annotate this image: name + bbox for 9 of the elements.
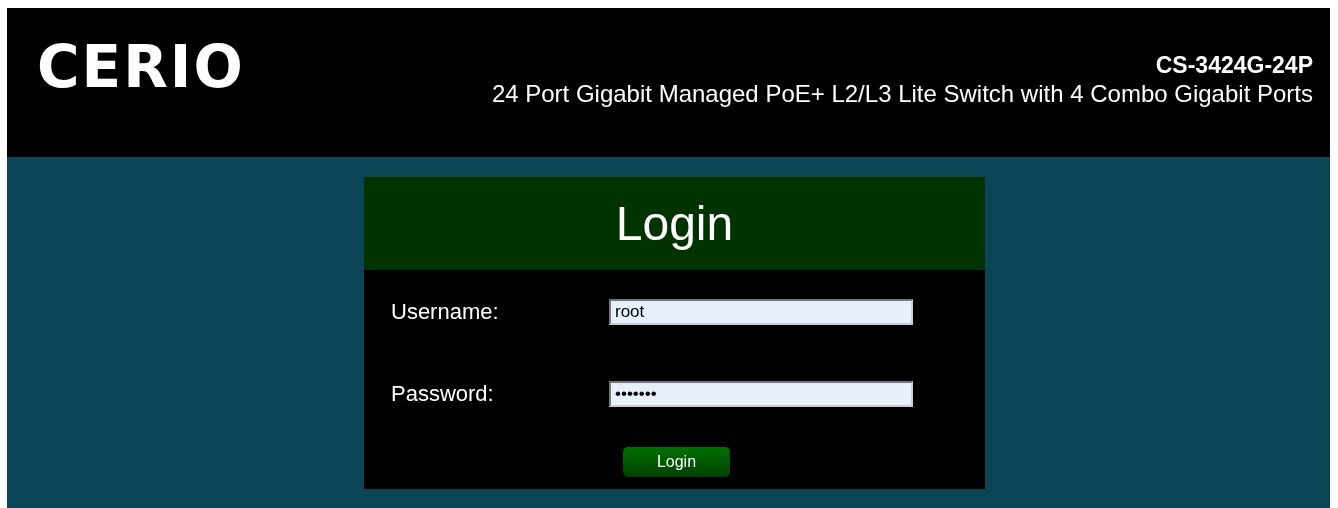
logo: CERIO xyxy=(37,38,245,96)
product-description: 24 Port Gigabit Managed PoE+ L2/L3 Lite Switch with 4 Combo Gigabit Ports xyxy=(491,79,1313,109)
input-field[interactable]: root xyxy=(609,299,913,325)
login-title: Login xyxy=(615,196,734,251)
input-field[interactable]: ••••••• xyxy=(609,381,913,407)
login-button[interactable]: Login xyxy=(623,447,730,477)
field-label: Username: xyxy=(391,299,500,325)
model-name: CS-3424G-24P xyxy=(1154,51,1313,79)
field-label: Password: xyxy=(391,381,495,407)
